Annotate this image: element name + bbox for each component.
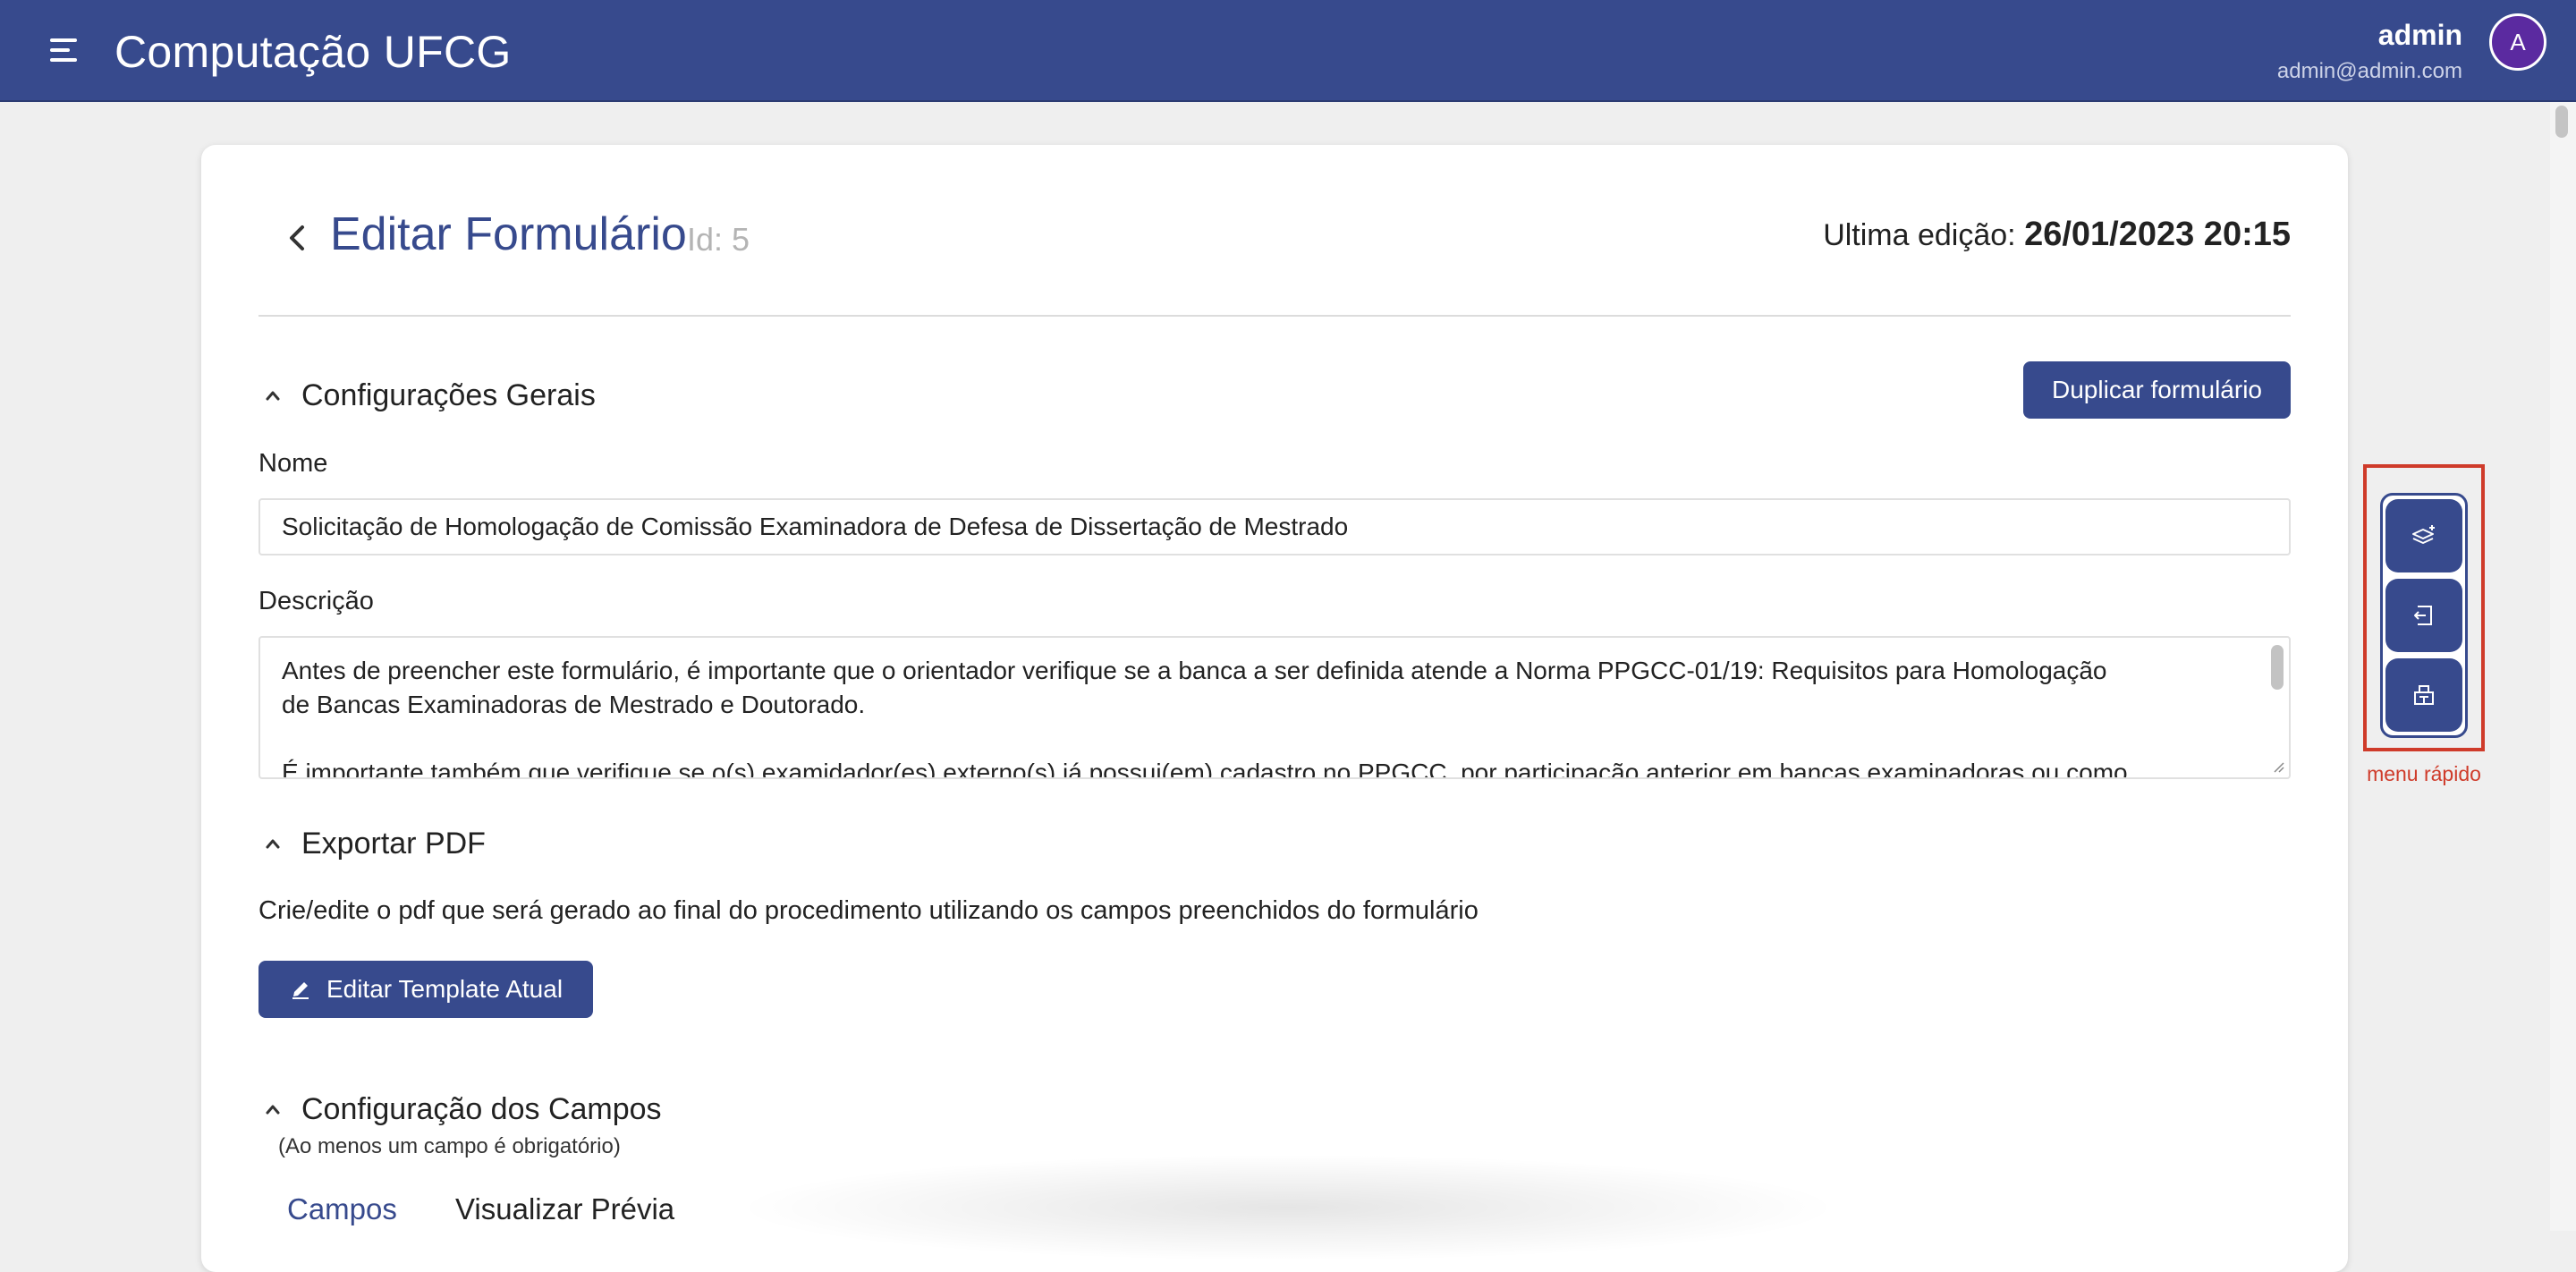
exit-arrow-icon — [2414, 606, 2432, 625]
description-line: É importante também que verifique se o(s… — [282, 759, 2128, 779]
description-line: de Bancas Examinadoras de Mestrado e Dou… — [282, 691, 866, 718]
pencil-icon — [292, 982, 309, 999]
form-editor-card: Editar Formulário Id: 5 Ultima edição: 2… — [201, 145, 2348, 1272]
description-label: Descrição — [258, 587, 374, 615]
name-input[interactable] — [258, 498, 2291, 555]
description-line: Antes de preencher este formulário, é im… — [282, 657, 2107, 684]
quick-menu-label: menu rápido — [2367, 762, 2481, 785]
tab-preview[interactable]: Visualizar Prévia — [455, 1191, 674, 1227]
page-title: Editar Formulário — [330, 208, 687, 260]
resize-handle-icon[interactable] — [2271, 759, 2285, 774]
fields-required-note: (Ao menos um campo é obrigatório) — [278, 1134, 621, 1158]
name-label: Nome — [258, 449, 328, 478]
layers-plus-icon — [2412, 525, 2435, 544]
form-id: Id: 5 — [687, 221, 750, 258]
duplicate-form-button[interactable]: Duplicar formulário — [2023, 361, 2291, 419]
app-title: Computação UFCG — [114, 27, 512, 77]
last-edit-value: 26/01/2023 20:15 — [2024, 216, 2291, 253]
quick-menu-layers-button[interactable] — [2385, 499, 2462, 572]
floating-shadow — [733, 1154, 1843, 1261]
page-scrollbar-thumb[interactable] — [2555, 106, 2568, 138]
chevron-up-icon — [266, 391, 280, 401]
tab-fields[interactable]: Campos — [287, 1191, 397, 1227]
section-fields-title: Configuração dos Campos — [301, 1091, 662, 1126]
edit-template-label: Editar Template Atual — [326, 975, 564, 1003]
section-general-title: Configurações Gerais — [301, 377, 596, 412]
section-general-toggle[interactable]: Configurações Gerais — [258, 374, 596, 417]
quick-menu-exit-button[interactable] — [2385, 579, 2462, 652]
section-export-title: Exportar PDF — [301, 826, 486, 861]
last-edit-label: Ultima edição: — [1823, 218, 2016, 252]
page-scrollbar[interactable] — [2550, 102, 2576, 1231]
section-fields-toggle[interactable]: Configuração dos Campos — [258, 1088, 662, 1131]
building-icon — [2414, 685, 2434, 705]
chevron-up-icon — [266, 839, 280, 849]
top-app-bar: Computação UFCG admin admin@admin.com A — [0, 0, 2576, 102]
avatar[interactable]: A — [2489, 13, 2546, 71]
export-description: Crie/edite o pdf que será gerado ao fina… — [258, 896, 1479, 925]
edit-template-button[interactable]: Editar Template Atual — [258, 961, 593, 1018]
textarea-scrollbar[interactable] — [2271, 645, 2284, 690]
last-edit-info: Ultima edição: 26/01/2023 20:15 — [1823, 215, 2291, 255]
user-email: admin@admin.com — [2276, 59, 2462, 83]
description-textarea[interactable]: Antes de preencher este formulário, é im… — [258, 636, 2291, 779]
hamburger-menu-icon[interactable] — [47, 36, 82, 66]
chevron-up-icon — [266, 1105, 280, 1115]
header-divider — [258, 315, 2291, 317]
user-name: admin — [2377, 19, 2462, 51]
back-arrow-icon[interactable] — [280, 220, 316, 256]
quick-menu-building-button[interactable] — [2385, 658, 2462, 732]
section-export-toggle[interactable]: Exportar PDF — [258, 822, 486, 865]
